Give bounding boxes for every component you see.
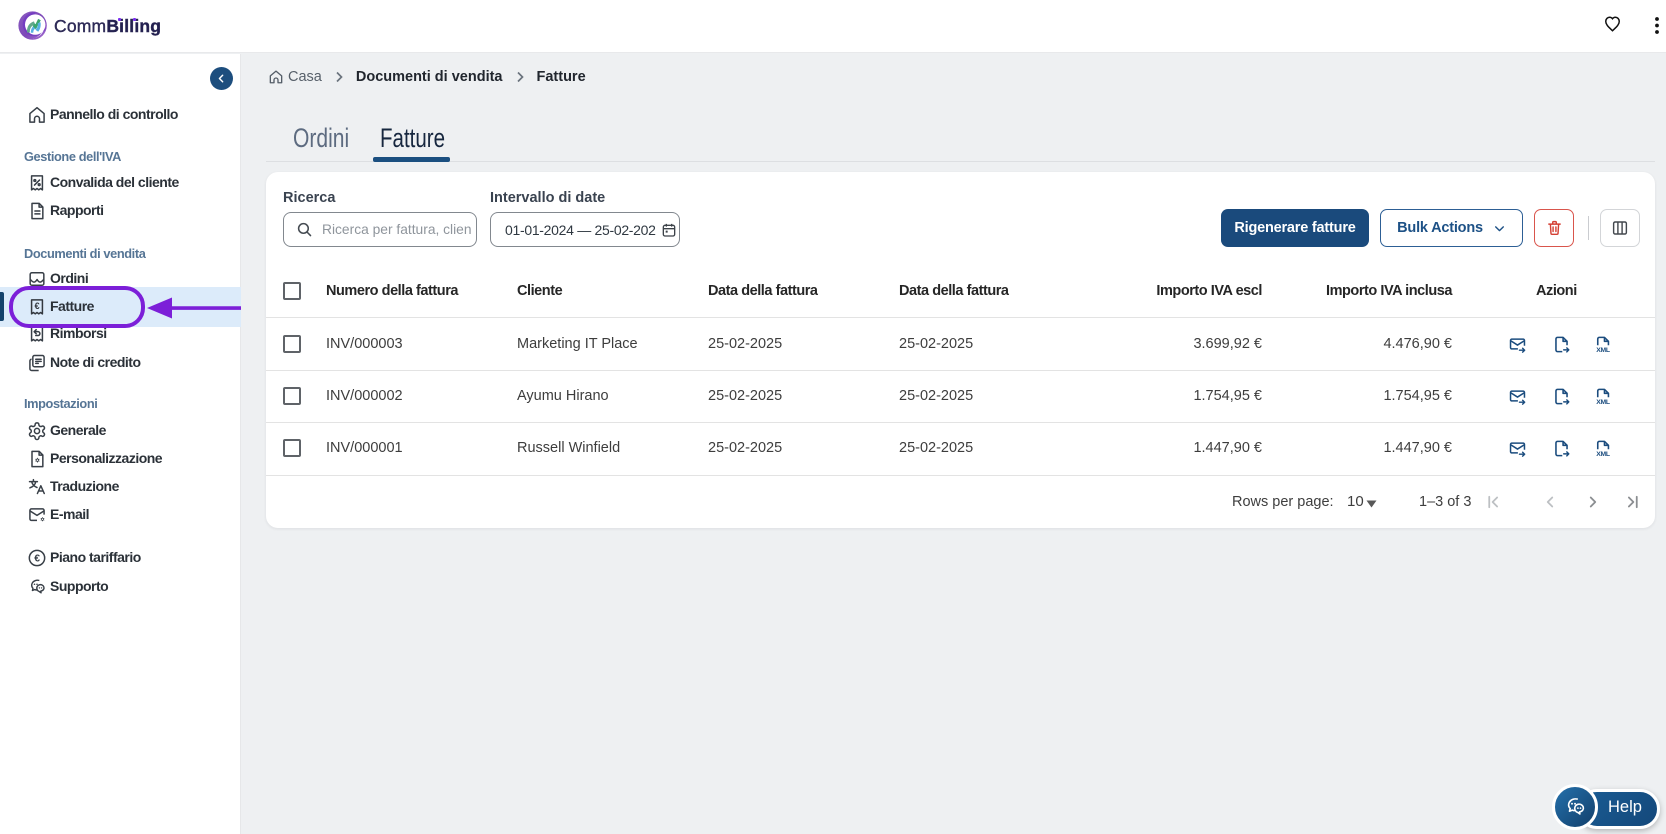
svg-text:XML: XML	[1596, 451, 1610, 458]
svg-text:XML: XML	[1596, 399, 1610, 406]
svg-text:€: €	[34, 554, 40, 565]
svg-text:XML: XML	[1596, 347, 1610, 354]
